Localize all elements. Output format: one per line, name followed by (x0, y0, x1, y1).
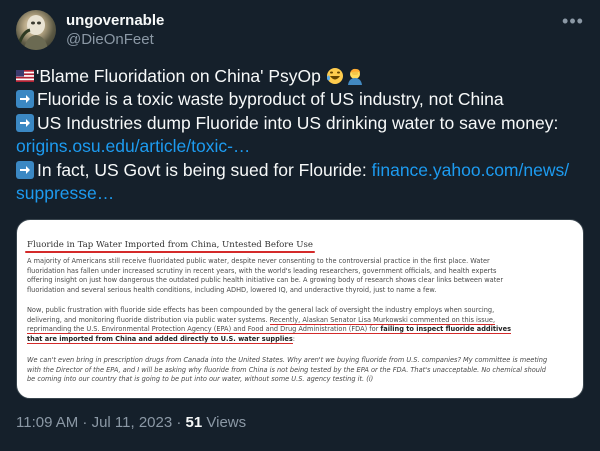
tweet-line-3-text: US Industries dump Fluoride into US drin… (37, 112, 559, 133)
tweet-text: 'Blame Fluoridation on China' PsyOp Fluo… (16, 65, 586, 205)
clipping-text: : (292, 334, 295, 343)
tweet-line-2-text: Fluoride is a toxic waste byproduct of U… (37, 89, 504, 110)
clipping-line: delivering, and monitoring fluoride dist… (27, 315, 511, 326)
rofl-emoji-icon (326, 68, 343, 84)
timestamp[interactable]: 11:09 AM · Jul 11, 2023 · (16, 414, 186, 431)
author-names: ungovernable @DieOnFeet (66, 12, 164, 50)
right-arrow-icon (16, 160, 34, 179)
views-label: Views (202, 414, 247, 431)
clipping-underlined: Recently, Alaskan Senator Lisa Murkowski… (269, 315, 496, 325)
display-name[interactable]: ungovernable (66, 12, 164, 30)
tweet-line-4: In fact, US Govt is being sued for Flour… (16, 159, 586, 182)
article-clipping: Fluoride in Tap Water Imported from Chin… (25, 232, 575, 383)
handle[interactable]: @DieOnFeet (66, 30, 164, 50)
clipping-line: Now, public frustration with fluoride si… (27, 306, 495, 314)
tweet-meta: 11:09 AM · Jul 11, 2023 · 51 Views (16, 414, 246, 431)
clipping-bold: failing to inspect fluoride additives (380, 325, 512, 335)
views-count[interactable]: 51 (186, 414, 203, 431)
tweet-line-link2: suppresse… (16, 182, 586, 205)
tweet-line-4-text: In fact, US Govt is being sued for Flour… (37, 159, 372, 180)
clipping-line: that are imported from China and added d… (27, 334, 511, 345)
yahoo-link-part2[interactable]: suppresse… (16, 183, 114, 203)
clipping-line: We can't even bring in prescription drug… (27, 356, 548, 364)
tweet-line-2: Fluoride is a toxic waste byproduct of U… (16, 88, 586, 111)
tweet-line-3: US Industries dump Fluoride into US drin… (16, 112, 586, 135)
clipping-text: delivering, and monitoring fluoride dist… (27, 315, 270, 324)
avatar[interactable] (16, 10, 56, 50)
tweet-line-1-text: 'Blame Fluoridation on China' PsyOp (36, 66, 321, 86)
tweet-line-link1: origins.osu.edu/article/toxic-… (16, 135, 586, 158)
clipping-bold: that are imported from China and added d… (27, 334, 293, 344)
clipping-quote: We can't even bring in prescription drug… (27, 356, 547, 385)
clipping-line: reprimanding the U.S. Environmental Prot… (27, 325, 512, 335)
article-link[interactable]: origins.osu.edu/article/toxic-… (16, 136, 250, 156)
facepalm-emoji-icon (347, 68, 362, 85)
right-arrow-icon (16, 113, 34, 132)
tweet-line-1: 'Blame Fluoridation on China' PsyOp (16, 65, 586, 88)
clipping-underlined: reprimanding the U.S. Environmental Prot… (27, 325, 381, 335)
clipping-paragraph-2: Now, public frustration with fluoride si… (27, 306, 512, 345)
more-horizontal-icon[interactable]: ••• (562, 12, 584, 34)
right-arrow-icon (16, 90, 34, 109)
clipping-line: fluoridation has fallen under increased … (27, 266, 497, 275)
clipping-line: be coming into our country that is going… (27, 375, 374, 384)
tweet-header: ungovernable @DieOnFeet ••• (16, 8, 584, 56)
clipping-line: A majority of Americans still receive fl… (27, 257, 490, 265)
clipping-line: with the Director of the EPA, and I will… (27, 365, 546, 374)
clipping-line: fluoridation and several serious health … (27, 285, 437, 294)
yahoo-link-part1[interactable]: finance.yahoo.com/news/ (372, 160, 569, 180)
media-image[interactable]: Fluoride in Tap Water Imported from Chin… (16, 219, 584, 399)
clipping-line: offering insight on just how dangerous t… (27, 276, 504, 285)
clipping-paragraph-1: A majority of Americans still receive fl… (27, 257, 503, 295)
clipping-title: Fluoride in Tap Water Imported from Chin… (25, 240, 315, 253)
us-flag-icon (16, 70, 34, 82)
avatar-image (16, 15, 48, 50)
